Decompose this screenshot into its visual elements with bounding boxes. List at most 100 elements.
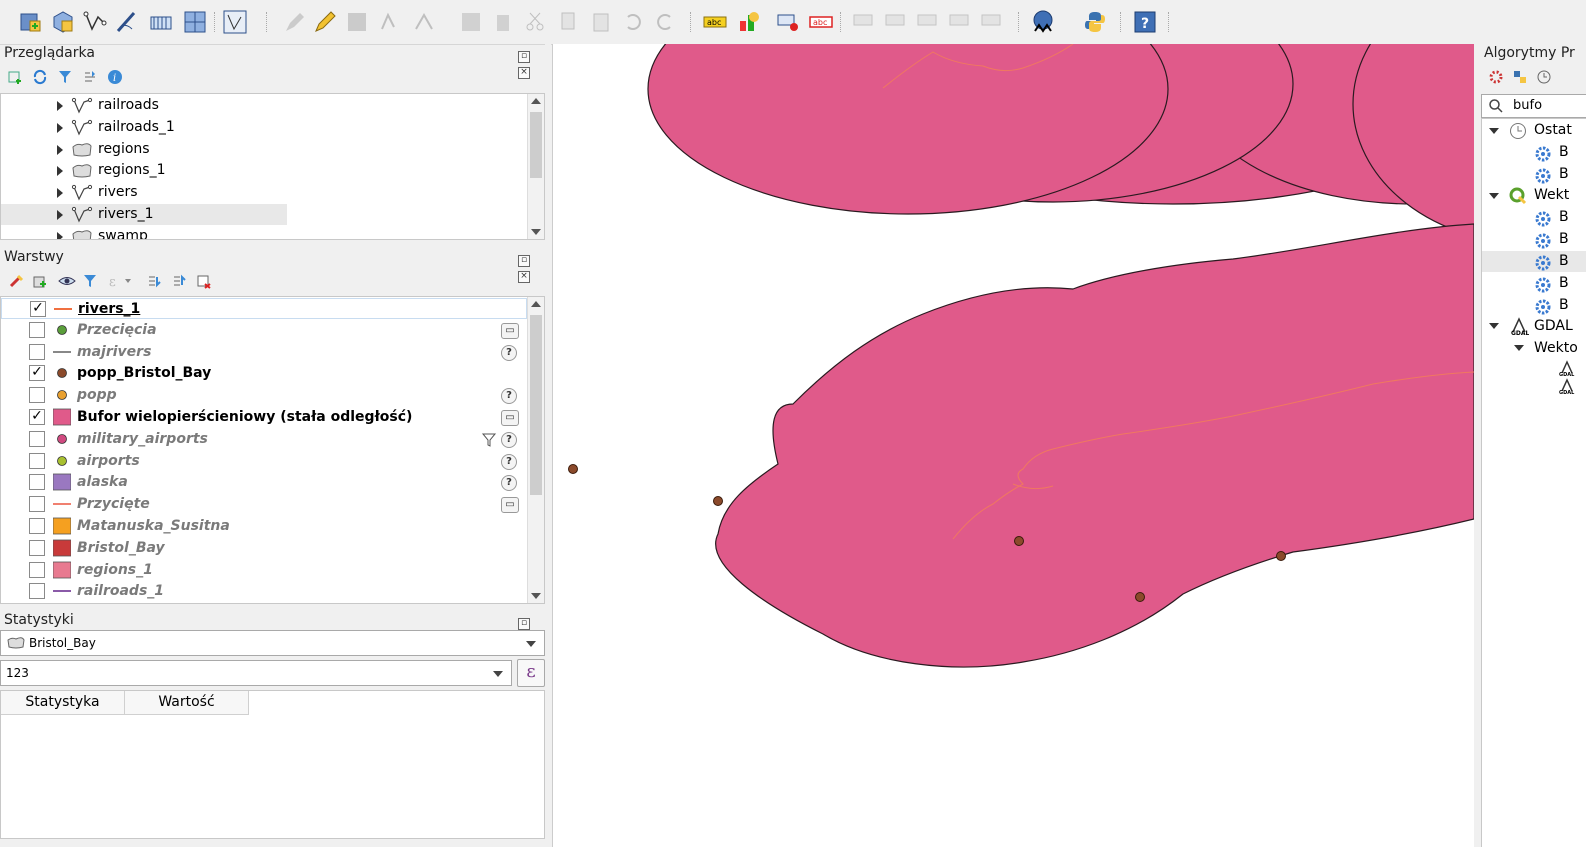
group-recent[interactable]: Ostat bbox=[1534, 120, 1572, 141]
browser-item[interactable]: regions bbox=[1, 139, 287, 160]
browser-item[interactable]: rivers bbox=[1, 182, 287, 203]
algorithm-item[interactable]: B bbox=[1559, 164, 1569, 185]
stats-dock-buttons[interactable]: ▫× bbox=[517, 614, 541, 646]
popp-point[interactable] bbox=[1135, 592, 1145, 602]
layer-row[interactable]: ✓ popp_Bristol_Bay bbox=[1, 363, 521, 384]
stats-layer-select[interactable]: Bristol_Bay bbox=[0, 630, 545, 656]
expand-arrow-icon[interactable] bbox=[57, 210, 63, 220]
browser-item[interactable]: rivers_1 bbox=[1, 204, 287, 225]
layer-row[interactable]: ✓ Bufor wielopierścieniowy (stała odległo… bbox=[1, 407, 521, 428]
expand-all-icon[interactable] bbox=[146, 273, 162, 289]
expand-icon[interactable] bbox=[1489, 128, 1499, 134]
layer-row[interactable]: popp? bbox=[1, 385, 521, 406]
browser-item[interactable]: swamp bbox=[1, 226, 287, 239]
collapse-all-icon[interactable] bbox=[171, 273, 187, 289]
toolbox-icon[interactable] bbox=[1488, 69, 1504, 85]
scrollbar-thumb[interactable] bbox=[530, 112, 542, 178]
processing-tree[interactable]: Ostat B B Wekt B B B B B GDAL GDAL Wekto… bbox=[1481, 118, 1586, 847]
group-gdal-vector[interactable]: Wekto bbox=[1534, 338, 1578, 359]
layer-row[interactable]: railroads_1 bbox=[1, 581, 521, 602]
layer-row[interactable]: Przecięcia ▭ bbox=[1, 320, 521, 341]
layer-visibility-checkbox[interactable] bbox=[29, 583, 45, 600]
refresh-icon[interactable] bbox=[32, 69, 48, 85]
browser-scrollbar[interactable] bbox=[527, 94, 544, 239]
stats-field-select[interactable]: 123 bbox=[0, 660, 512, 686]
collapse-all-icon[interactable] bbox=[82, 69, 98, 85]
scrollbar-thumb[interactable] bbox=[530, 315, 542, 495]
algorithm-item[interactable]: B bbox=[1559, 207, 1569, 228]
float-icon[interactable]: ▫ bbox=[518, 618, 530, 630]
memory-layer-icon[interactable]: ▭ bbox=[501, 410, 519, 426]
layer-row[interactable]: ✓ rivers_1 bbox=[1, 298, 527, 319]
browser-tree[interactable]: railroads railroads_1 regions regions_1 rive… bbox=[0, 93, 545, 240]
info-icon[interactable]: i bbox=[107, 69, 123, 85]
layer-visibility-checkbox[interactable] bbox=[29, 474, 45, 491]
layers-scrollbar[interactable] bbox=[527, 297, 544, 603]
cut-icon[interactable] bbox=[522, 9, 548, 35]
layer-visibility-checkbox[interactable] bbox=[29, 321, 45, 338]
label-tool-icon[interactable] bbox=[884, 9, 910, 35]
browser-item[interactable]: railroads bbox=[1, 95, 287, 116]
attribute-table-icon[interactable] bbox=[458, 9, 484, 35]
add-raster-icon[interactable] bbox=[50, 9, 76, 35]
layer-visibility-checkbox[interactable]: ✓ bbox=[29, 409, 45, 425]
layer-visibility-checkbox[interactable] bbox=[29, 496, 45, 513]
layer-visibility-checkbox[interactable] bbox=[29, 452, 45, 469]
algorithm-item[interactable]: B bbox=[1559, 251, 1569, 272]
group-gdal[interactable]: GDAL bbox=[1534, 316, 1573, 337]
unknown-crs-icon[interactable]: ? bbox=[501, 453, 517, 470]
popp-point[interactable] bbox=[1014, 536, 1024, 546]
layer-row[interactable]: majrivers? bbox=[1, 342, 521, 363]
unknown-crs-icon[interactable]: ? bbox=[501, 344, 517, 361]
expand-arrow-icon[interactable] bbox=[57, 101, 63, 111]
label-tool-icon[interactable] bbox=[852, 9, 878, 35]
visibility-icon[interactable] bbox=[57, 273, 77, 289]
float-icon[interactable]: ▫ bbox=[518, 51, 530, 63]
layers-tree[interactable]: ✓ rivers_1 Przecięcia ▭ majrivers? ✓ popp_Bris… bbox=[0, 296, 545, 604]
layer-visibility-checkbox[interactable]: ✓ bbox=[30, 301, 46, 317]
style-brush-icon[interactable] bbox=[8, 273, 24, 289]
expand-icon[interactable] bbox=[1514, 345, 1524, 351]
help-icon[interactable]: ? bbox=[1132, 9, 1158, 35]
layer-visibility-checkbox[interactable] bbox=[29, 387, 45, 404]
memory-layer-icon[interactable]: ▭ bbox=[501, 497, 519, 514]
layer-row[interactable]: Bristol_Bay bbox=[1, 538, 521, 559]
label-tool-icon[interactable] bbox=[916, 9, 942, 35]
expand-arrow-icon[interactable] bbox=[57, 122, 63, 133]
new-layer-icon[interactable] bbox=[18, 9, 44, 35]
browser-dock-buttons[interactable]: ▫× bbox=[517, 47, 541, 79]
digitize-icon[interactable] bbox=[114, 9, 140, 35]
memory-layer-icon[interactable]: ▭ bbox=[501, 322, 519, 339]
remove-layer-icon[interactable] bbox=[196, 273, 212, 289]
panel-splitter[interactable] bbox=[545, 44, 551, 847]
layer-visibility-checkbox[interactable]: ✓ bbox=[29, 365, 45, 382]
layer-visibility-checkbox[interactable] bbox=[29, 343, 45, 360]
algorithm-item[interactable]: B bbox=[1559, 142, 1569, 163]
unknown-crs-icon[interactable]: ? bbox=[501, 388, 517, 405]
expression-button[interactable]: ε bbox=[517, 659, 545, 687]
expand-arrow-icon[interactable] bbox=[57, 231, 63, 239]
browser-item[interactable]: railroads_1 bbox=[1, 117, 287, 138]
map-canvas[interactable] bbox=[552, 44, 1475, 847]
edit-pencil-icon[interactable] bbox=[282, 9, 308, 35]
add-grid-icon[interactable] bbox=[182, 9, 208, 35]
label-icon[interactable]: abc bbox=[702, 9, 728, 35]
move-feature-icon[interactable] bbox=[412, 9, 438, 35]
unknown-crs-icon[interactable]: ? bbox=[501, 475, 517, 492]
layer-row[interactable]: airports? bbox=[1, 451, 521, 472]
popp-point[interactable] bbox=[713, 496, 723, 506]
layer-row[interactable]: alaska? bbox=[1, 472, 521, 493]
copy-icon[interactable] bbox=[556, 9, 582, 35]
label-tool-icon[interactable] bbox=[948, 9, 974, 35]
expand-arrow-icon[interactable] bbox=[57, 188, 63, 199]
column-header-statistic[interactable]: Statystyka bbox=[1, 691, 125, 715]
vertex-tool-icon[interactable] bbox=[222, 9, 248, 35]
unknown-crs-icon[interactable]: ? bbox=[501, 431, 517, 448]
filter-icon[interactable] bbox=[481, 432, 497, 448]
redo-icon[interactable] bbox=[652, 9, 678, 35]
processing-search-input[interactable]: bufo bbox=[1481, 94, 1586, 118]
algorithm-item[interactable]: B bbox=[1559, 295, 1569, 316]
layers-dock-buttons[interactable]: ▫× bbox=[517, 251, 541, 283]
layer-visibility-checkbox[interactable] bbox=[29, 561, 45, 578]
browser-item[interactable]: regions_1 bbox=[1, 160, 287, 181]
